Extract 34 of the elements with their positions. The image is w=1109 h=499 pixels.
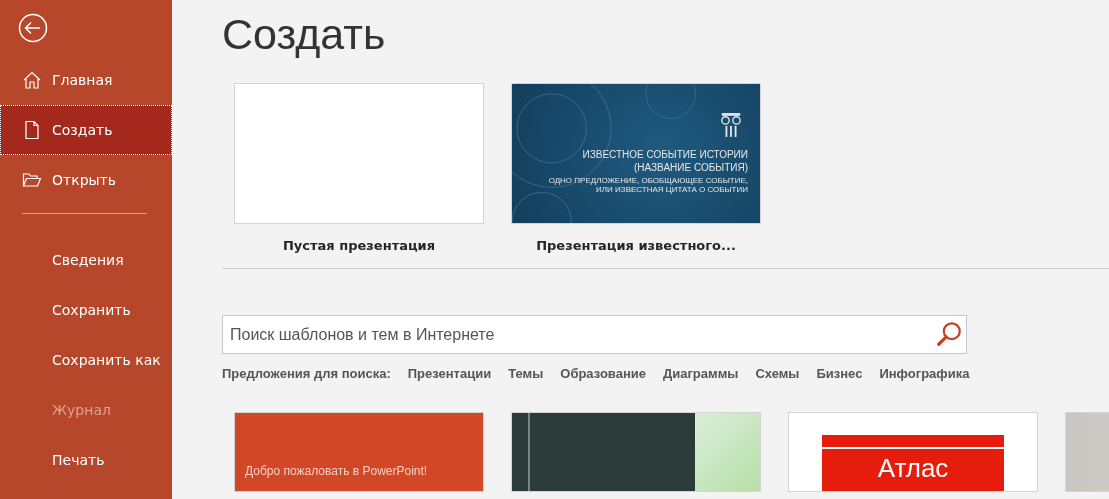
sidebar-item[interactable]: Печать — [0, 435, 172, 485]
sidebar-item[interactable]: Сохранить — [0, 285, 172, 335]
document-icon — [22, 120, 42, 140]
template-name[interactable]: Пустая презентация — [282, 238, 436, 253]
blank-slide-thumbnail[interactable] — [234, 83, 484, 224]
sidebar-item[interactable]: Создать — [0, 105, 172, 155]
search-field[interactable]: Поиск шаблонов и тем в Интернете — [222, 315, 967, 354]
sidebar-item[interactable]: Открыть — [0, 155, 172, 205]
suggestions-label: Предложения для поиска: — [222, 366, 391, 381]
home-icon — [22, 70, 42, 90]
suggestion-link[interactable]: Бизнес — [816, 366, 863, 381]
slide-title: Атлас — [877, 455, 949, 485]
suggestion-link[interactable]: Диаграммы — [662, 366, 739, 381]
slide-title: ИЗВЕСТНОЕ СОБЫТИЕ ИСТОРИИ — [582, 148, 748, 161]
slide-subtitle: (НАЗВАНИЕ СОБЫТИЯ) — [633, 161, 748, 174]
slide-caption: ОДНО ПРЕДЛОЖЕНИЕ, ОБОБЩАЮЩЕЕ СОБЫТИЕ, ИЛИ ИЗВЕСТНАЯ ЦИТАТА О СОБЫТИИ — [548, 176, 748, 195]
column-icon — [720, 112, 742, 138]
search-icon[interactable] — [935, 320, 963, 348]
suggestion-link[interactable]: Презентации — [407, 366, 492, 381]
suggestion-link[interactable]: Схемы — [755, 366, 800, 381]
suggestion-link[interactable]: Инфографика — [879, 366, 970, 381]
template-thumbnail[interactable]: ИЗВЕСТНОЕ СОБЫТИЕ ИСТОРИИ (НАЗВАНИЕ СОБЫТИЯ) ОДНО ПРЕДЛОЖЕНИЕ, ОБОБЩАЮЩЕЕ СОБЫТИЕ, ИЛИ ИЗВЕСТНАЯ ЦИТАТА О СОБЫТИИ — [511, 83, 761, 224]
template-thumbnail[interactable]: Атлас — [788, 412, 1038, 492]
slide-title: Добро пожаловать в PowerPoint! — [245, 464, 428, 478]
template-name[interactable]: Презентация известного... — [536, 238, 736, 253]
sidebar-item[interactable]: Сохранить как — [0, 335, 172, 385]
page-title: Создать — [222, 10, 387, 59]
sidebar-item[interactable]: Сведения — [0, 235, 172, 285]
suggestion-link[interactable]: Темы — [508, 366, 544, 381]
back-icon[interactable] — [18, 13, 48, 43]
suggestion-link[interactable]: Образование — [560, 366, 646, 381]
template-thumbnail[interactable] — [511, 412, 761, 492]
folder-icon — [22, 170, 42, 190]
sidebar-item[interactable]: Главная — [0, 55, 172, 105]
